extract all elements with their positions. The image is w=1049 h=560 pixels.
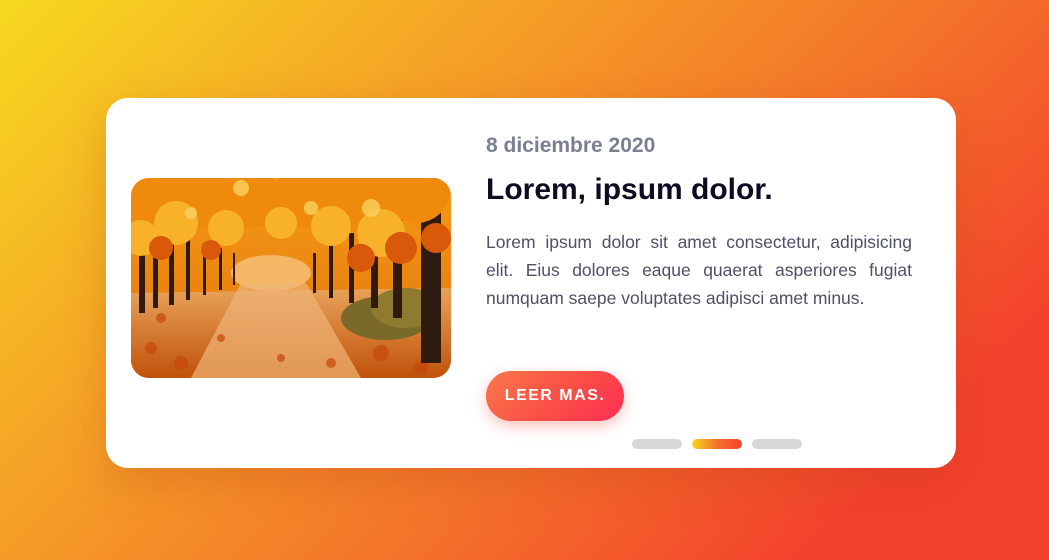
pagination-dot-3[interactable] [752,439,802,449]
slide-image [131,178,451,378]
pagination-dot-1[interactable] [632,439,682,449]
slider-pagination [632,439,802,449]
slide-date: 8 diciembre 2020 [486,134,656,157]
slide-text: Lorem ipsum dolor sit amet consectetur, … [486,232,912,308]
blog-slider-card: 8 diciembre 2020 Lorem, ipsum dolor. Lor… [106,98,956,468]
slide-title: Lorem, ipsum dolor. [486,173,773,206]
read-more-button[interactable]: LEER MAS. [486,371,624,421]
pagination-dot-2-active[interactable] [692,439,742,449]
autumn-alley-picture [131,178,451,378]
